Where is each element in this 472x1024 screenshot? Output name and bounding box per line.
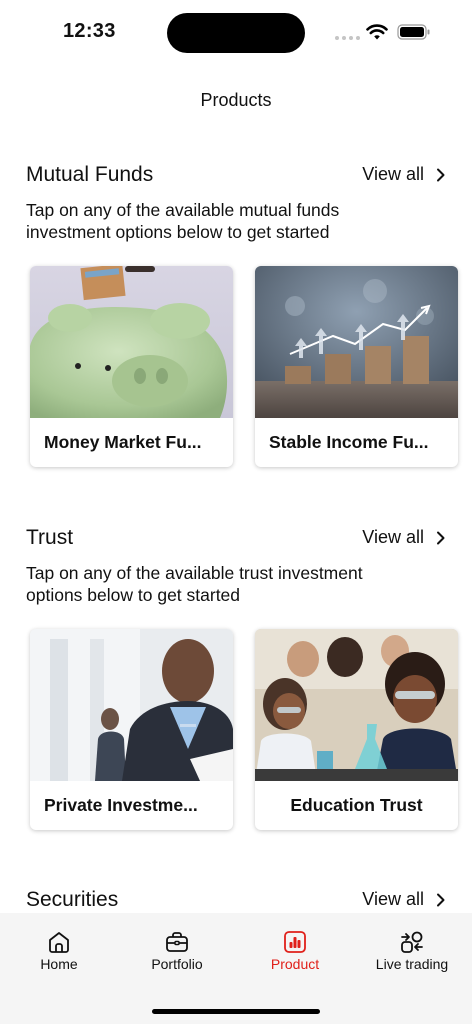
briefcase-icon (166, 932, 188, 952)
status-time: 12:33 (63, 20, 116, 42)
view-all-securities-button[interactable]: View all (362, 889, 446, 910)
section-description: Tap on any of the available mutual funds… (26, 200, 340, 242)
status-bar: 12:33 (0, 0, 472, 62)
piggy-bank-image (30, 266, 233, 418)
tab-home[interactable]: Home (4, 929, 114, 972)
section-title: Mutual Funds (26, 163, 154, 186)
view-all-trust-button[interactable]: View all (362, 527, 446, 548)
coin-stacks-chart-image (255, 266, 458, 418)
product-card-list: Money Market Fu... Stable Income Fu... (30, 266, 458, 467)
page-title: Products (200, 90, 272, 110)
product-card-stable-income[interactable]: Stable Income Fu... (255, 266, 458, 467)
battery-icon (397, 24, 430, 40)
section-header: Mutual Funds View all (26, 163, 446, 189)
tab-bar: Home Portfolio Product Live trading (0, 913, 472, 1024)
tab-label: Live trading (375, 956, 449, 972)
product-card-private-investment[interactable]: Private Investme... (30, 629, 233, 830)
product-card-education-trust[interactable]: Education Trust (255, 629, 458, 830)
section-description: Tap on any of the available trust invest… (26, 563, 363, 605)
view-all-label: View all (362, 164, 424, 184)
tab-label: Portfolio (151, 956, 203, 972)
tab-portfolio[interactable]: Portfolio (122, 929, 232, 972)
chevron-right-icon (437, 531, 445, 544)
children-science-class-image (255, 629, 458, 781)
section-header: Trust View all (26, 526, 446, 552)
section-header: Securities View all (26, 888, 446, 914)
view-all-label: View all (362, 527, 424, 547)
live-trading-icon (401, 931, 423, 953)
product-card-list: Private Investme... Education Trust (30, 629, 458, 830)
product-card-label: Private Investme... (44, 795, 198, 815)
product-card-label: Money Market Fu... (44, 432, 202, 452)
home-icon (49, 932, 69, 953)
tab-product[interactable]: Product (240, 929, 350, 972)
product-card-label: Education Trust (290, 795, 423, 815)
section-title: Trust (26, 526, 74, 549)
view-all-label: View all (362, 889, 424, 909)
chart-icon (284, 931, 306, 953)
chevron-right-icon (437, 168, 445, 181)
tab-label: Product (270, 956, 320, 972)
product-card-label: Stable Income Fu... (269, 432, 429, 452)
businessman-image (30, 629, 233, 781)
chevron-right-icon (437, 893, 445, 906)
dynamic-island (167, 13, 305, 53)
view-all-mutual-funds-button[interactable]: View all (362, 164, 446, 185)
cellular-signal-icon (335, 36, 360, 40)
tab-live-trading[interactable]: Live trading (357, 929, 467, 972)
product-card-money-market[interactable]: Money Market Fu... (30, 266, 233, 467)
wifi-icon (366, 24, 388, 40)
section-title: Securities (26, 888, 119, 911)
tab-label: Home (40, 956, 78, 972)
home-indicator (152, 1009, 320, 1014)
